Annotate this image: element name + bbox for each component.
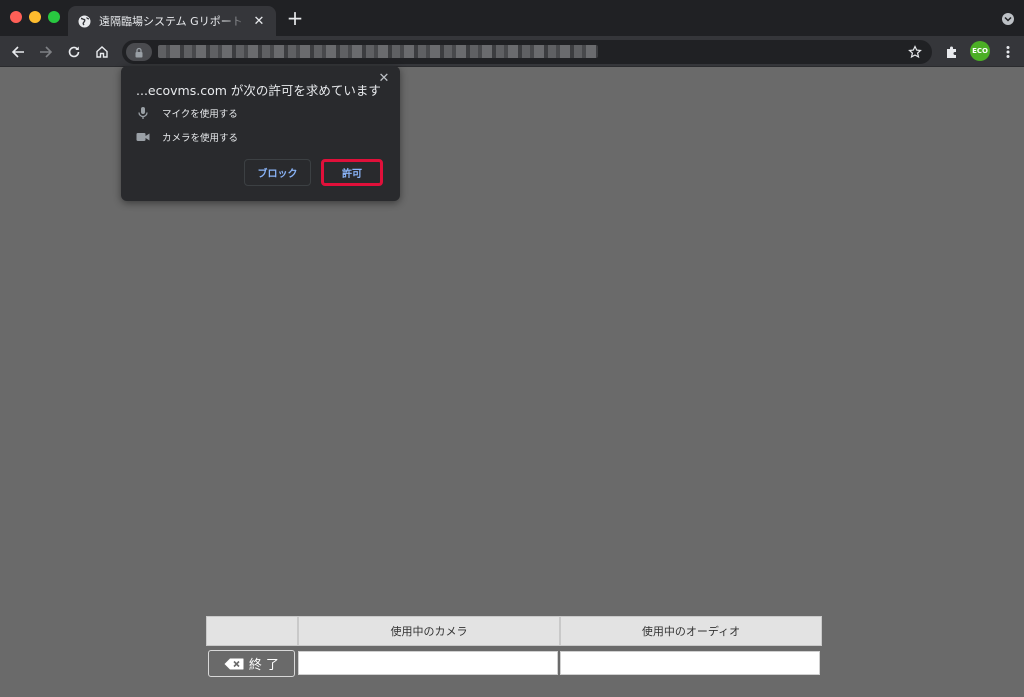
permission-camera: カメラを使用する	[136, 130, 238, 144]
home-button[interactable]	[93, 43, 111, 61]
camera-select[interactable]	[298, 651, 558, 675]
browser-menu-button[interactable]	[999, 43, 1017, 61]
exit-button[interactable]: 終 了	[208, 650, 295, 677]
star-icon	[908, 45, 922, 59]
device-panel: 使用中のカメラ 使用中のオーディオ 終 了	[206, 616, 822, 677]
backspace-icon	[224, 658, 244, 670]
bookmark-button[interactable]	[906, 43, 924, 61]
site-info-button[interactable]	[126, 43, 152, 61]
tab-close-icon[interactable]: ✕	[252, 14, 266, 29]
profile-avatar[interactable]: ECO	[970, 41, 990, 61]
extensions-button[interactable]	[943, 43, 961, 61]
chevron-down-icon	[1004, 16, 1012, 22]
reload-icon	[68, 46, 80, 58]
globe-icon	[78, 15, 91, 28]
tab-search-button[interactable]	[1002, 13, 1014, 25]
audio-header: 使用中のオーディオ	[560, 616, 822, 646]
address-bar[interactable]	[122, 40, 932, 64]
close-icon[interactable]: ✕	[377, 71, 391, 86]
tab-title: 遠隔臨場システム Gリポート L | PC	[99, 15, 246, 28]
window-close-button[interactable]	[10, 11, 22, 23]
camera-header: 使用中のカメラ	[298, 616, 560, 646]
microphone-icon	[136, 106, 150, 120]
url-text[interactable]	[158, 45, 598, 58]
permission-prompt-title: ...ecovms.com が次の許可を求めています	[136, 83, 381, 98]
permission-label: マイクを使用する	[162, 109, 238, 120]
block-button[interactable]: ブロック	[244, 159, 311, 186]
more-vertical-icon	[1006, 46, 1010, 58]
home-icon	[96, 46, 108, 58]
arrow-left-icon	[11, 46, 24, 58]
header-blank-cell	[206, 616, 298, 646]
tab-strip: 遠隔臨場システム Gリポート L | PC ✕ +	[0, 0, 1024, 36]
permission-label: カメラを使用する	[162, 133, 239, 144]
puzzle-icon	[947, 46, 956, 58]
lock-icon	[135, 47, 143, 57]
back-button[interactable]	[9, 43, 27, 61]
new-tab-button[interactable]: +	[286, 8, 304, 28]
camera-icon	[136, 130, 150, 144]
permission-microphone: マイクを使用する	[136, 106, 238, 120]
window-zoom-button[interactable]	[48, 11, 60, 23]
allow-button[interactable]: 許可	[321, 159, 383, 186]
permission-prompt: ...ecovms.com が次の許可を求めています ✕ マイクを使用する カメ…	[121, 66, 400, 201]
audio-select[interactable]	[560, 651, 820, 675]
reload-button[interactable]	[65, 43, 83, 61]
forward-button[interactable]	[37, 43, 55, 61]
exit-label: 終 了	[248, 658, 280, 673]
active-tab[interactable]: 遠隔臨場システム Gリポート L | PC ✕	[68, 6, 276, 36]
browser-toolbar: ECO	[0, 36, 1024, 67]
window-minimize-button[interactable]	[29, 11, 41, 23]
arrow-right-icon	[40, 46, 53, 58]
